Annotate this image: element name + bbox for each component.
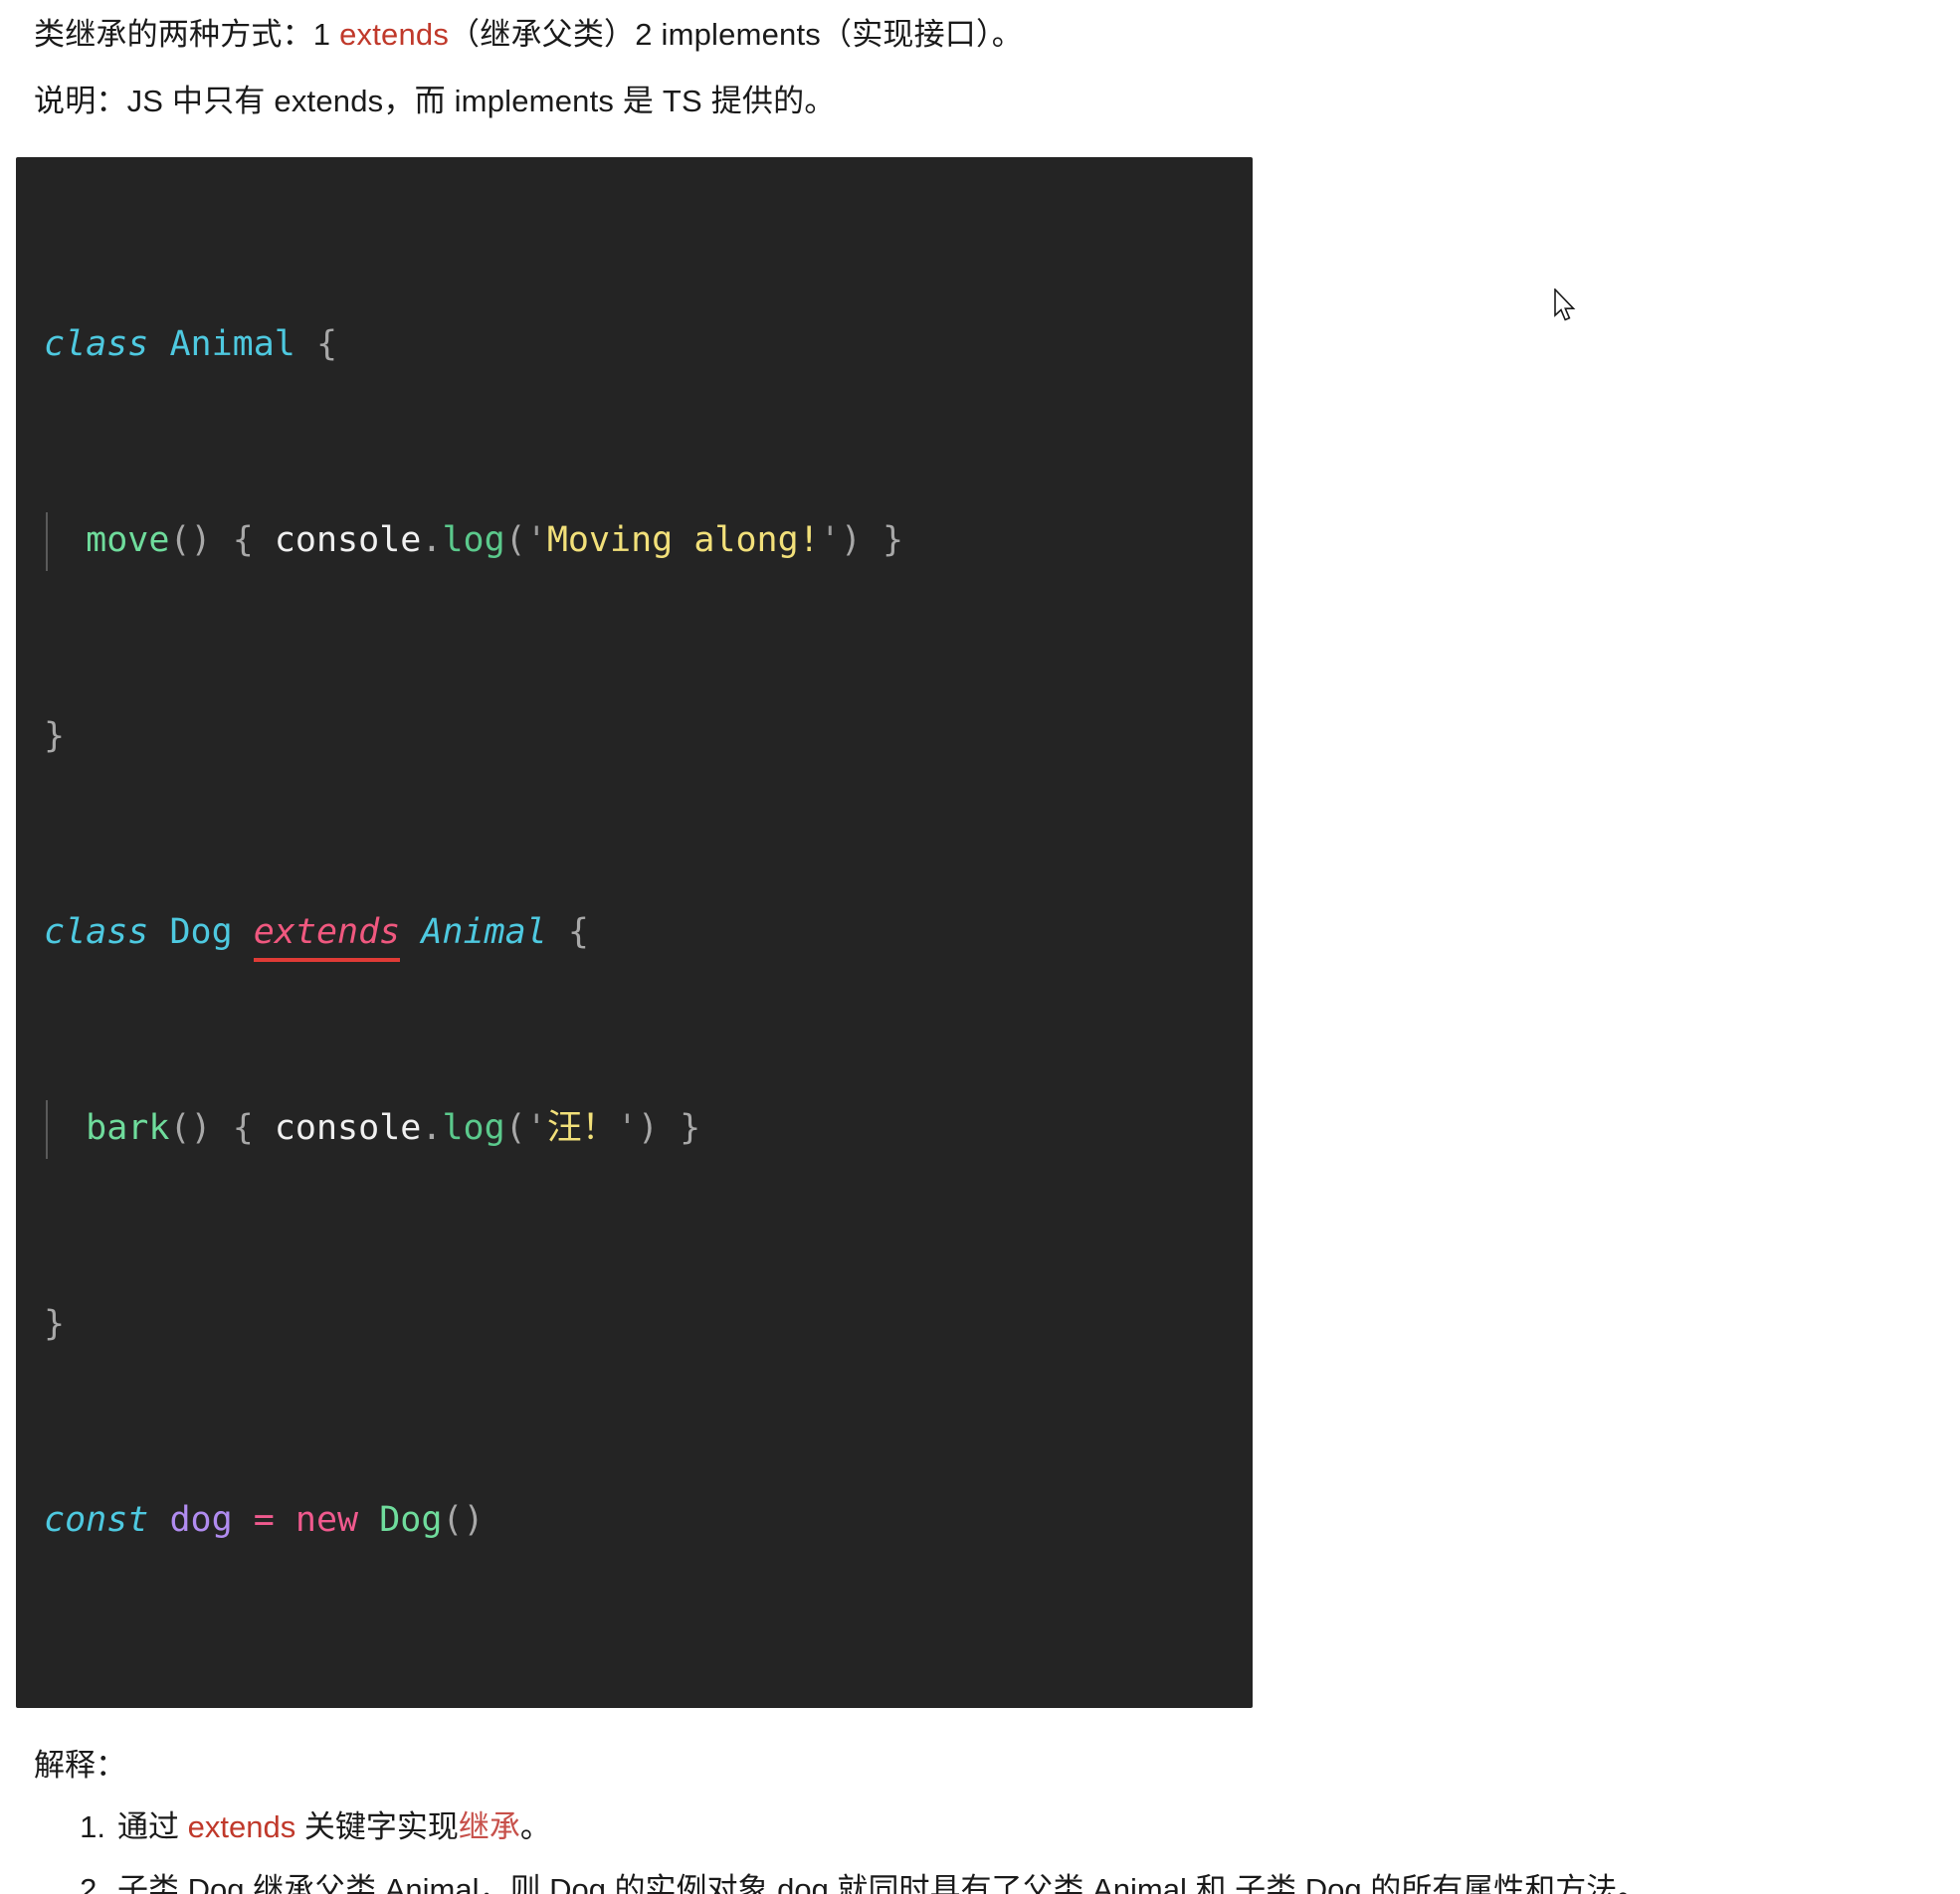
code-token-quote: ' [525,519,547,560]
code-token-function: move [86,519,170,560]
code-line: const dog = new Dog() [44,1496,1253,1545]
code-token-punct: } [680,1107,701,1148]
code-token-keyword-new: new [294,1499,359,1540]
code-token-object: console [274,1107,422,1148]
code-token-function: bark [86,1107,170,1148]
text-segment: 通过 [117,1809,188,1845]
code-token-punct: ( [504,1107,526,1148]
code-token-string: 汪！ [546,1107,617,1148]
text-segment: 说明：JS 中只有 extends，而 implements 是 TS 提供的。 [34,83,836,118]
code-token-punct: } [44,715,66,756]
text-segment: （继承父类）2 implements（实现接口）。 [449,17,1023,52]
paragraph-inheritance-note: 说明：JS 中只有 extends，而 implements 是 TS 提供的。 [0,57,1960,123]
code-line: } [44,1300,1253,1349]
code-token-punct: { [232,1107,254,1148]
code-line: move() { console.log('Moving along!') } [44,511,1253,572]
code-block[interactable]: class Animal { move() { console.log('Mov… [16,156,1253,1708]
document-page: 类继承的两种方式：1 extends（继承父类）2 implements（实现接… [0,0,1960,1894]
code-token-punct: () [442,1499,485,1540]
code-line: bark() { console.log('汪！') } [44,1099,1253,1160]
keyword-extends-inline: extends [339,17,450,52]
indent-guide [44,511,86,572]
code-token-type: Animal [421,911,547,952]
text-segment: 。 [519,1809,551,1845]
paragraph-inheritance-intro: 类继承的两种方式：1 extends（继承父类）2 implements（实现接… [0,0,1960,57]
code-token-punct: { [232,519,254,560]
code-token-quote: ' [819,519,841,560]
code-token-extends-keyword: extends [253,908,400,963]
code-token-variable: dog [169,1499,233,1540]
code-line: } [44,712,1253,761]
code-token-punct: () [169,519,212,560]
code-token-punct: ) [840,519,862,560]
code-token-type: Dog [169,911,233,952]
keyword-inheritance-inline: 继承 [458,1809,520,1845]
code-token-punct: . [421,1107,443,1148]
code-token-punct: { [567,911,589,952]
code-token-punct: { [315,323,338,364]
code-token-string: Moving along! [546,519,820,560]
code-token-keyword: class [44,911,149,952]
code-token-punct: () [169,1107,212,1148]
code-token-keyword: class [44,323,149,364]
explanation-list: 通过 extends 关键字实现继承。 子类 Dog 继承父类 Animal，则… [0,1806,1960,1894]
code-token-quote: ' [525,1107,547,1148]
list-item: 通过 extends 关键字实现继承。 [60,1806,1960,1849]
text-segment: 关键字实现 [295,1809,459,1845]
code-token-method: log [442,1107,505,1148]
code-token-keyword: const [44,1499,149,1540]
code-line: class Animal { [44,320,1253,369]
code-token-punct: ) [637,1107,659,1148]
code-content: class Animal { move() { console.log('Mov… [16,173,1253,1692]
code-token-punct: } [44,1303,66,1344]
text-segment: 类继承的两种方式：1 [34,17,340,52]
code-line: class Dog extends Animal { [44,908,1253,963]
keyword-extends-inline: extends [187,1809,296,1845]
code-token-punct: ( [504,519,526,560]
code-token-constructor: Dog [379,1499,443,1540]
list-item: 子类 Dog 继承父类 Animal，则 Dog 的实例对象 dog 就同时具有… [60,1869,1960,1894]
code-token-type: Animal [169,323,295,364]
code-token-quote: ' [616,1107,638,1148]
explanation-label: 解释： [34,1747,126,1783]
code-token-operator: = [253,1499,275,1540]
code-token-method: log [442,519,505,560]
code-token-object: console [274,519,422,560]
indent-guide [44,1099,86,1160]
text-segment: 子类 Dog 继承父类 Animal，则 Dog 的实例对象 dog 就同时具有… [117,1871,1649,1894]
mouse-cursor-icon [1553,287,1579,324]
code-token-punct: . [421,519,443,560]
code-token-punct: } [882,519,904,560]
